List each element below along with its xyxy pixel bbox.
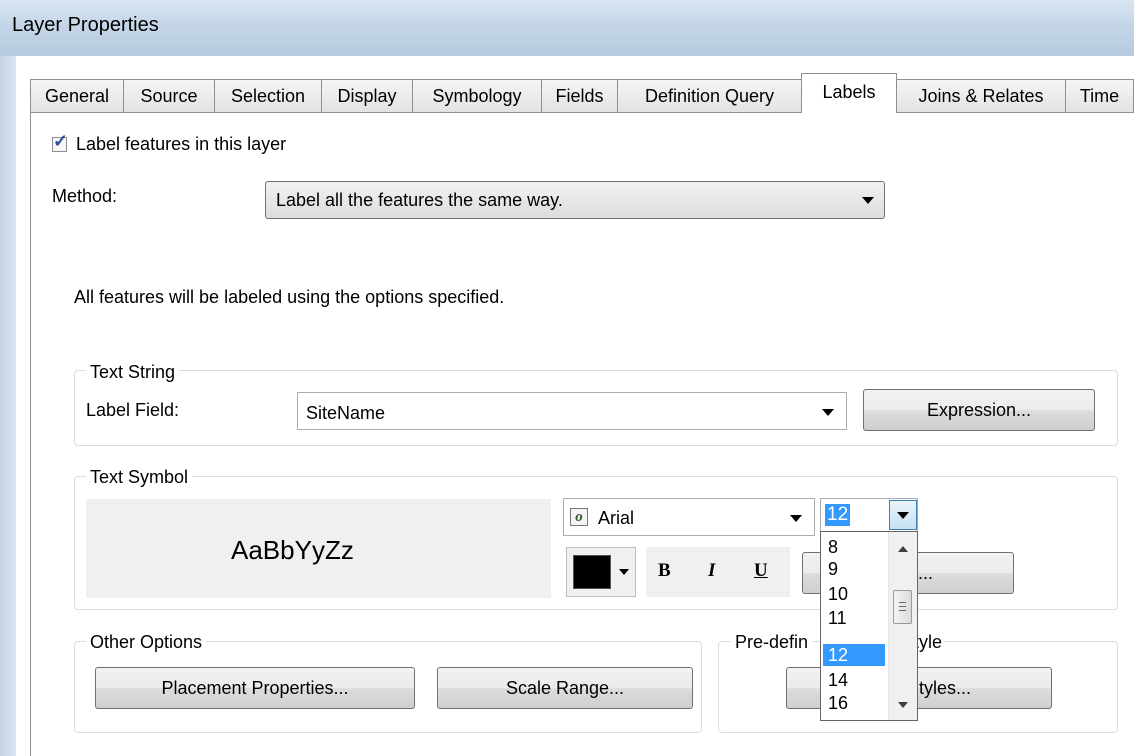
text-symbol-group-label: Text Symbol: [86, 467, 193, 488]
scale-range-button[interactable]: Scale Range...: [437, 667, 693, 709]
tab-labels[interactable]: Labels: [801, 73, 897, 113]
list-item[interactable]: 16: [823, 692, 885, 714]
font-size-value[interactable]: 12: [825, 504, 851, 526]
font-size-scrollbar[interactable]: [888, 532, 917, 720]
tab-joins-relates[interactable]: Joins & Relates: [896, 79, 1066, 112]
list-item[interactable]: 10: [823, 583, 885, 605]
chevron-down-icon: [822, 409, 834, 416]
label-features-label: Label features in this layer: [76, 134, 287, 154]
placement-properties-button[interactable]: Placement Properties...: [95, 667, 415, 709]
tab-fields[interactable]: Fields: [541, 79, 618, 112]
tab-time[interactable]: Time: [1065, 79, 1134, 112]
font-size-combo[interactable]: 12: [820, 498, 918, 532]
font-size-dropdown-button[interactable]: [889, 500, 917, 530]
list-item[interactable]: 11: [823, 607, 885, 629]
tab-display[interactable]: Display: [321, 79, 413, 112]
expression-button[interactable]: Expression...: [863, 389, 1095, 431]
checkmark-icon: ✓: [53, 131, 69, 151]
grip-line: [899, 602, 906, 603]
method-description: All features will be labeled using the o…: [74, 287, 505, 307]
label-field-dropdown[interactable]: SiteName: [297, 392, 847, 430]
label-field-label: Label Field:: [86, 400, 180, 420]
tab-selection[interactable]: Selection: [214, 79, 322, 112]
window-frame: [0, 56, 16, 756]
chevron-down-icon: [790, 515, 802, 522]
preview-text: AaBbYyZz: [231, 535, 354, 565]
tab-general[interactable]: General: [30, 79, 124, 112]
chevron-down-icon: [862, 197, 874, 204]
formatting-toolbar: B I U: [646, 547, 790, 597]
grip-line: [899, 606, 906, 607]
list-item-selected[interactable]: 12: [823, 644, 885, 666]
tab-symbology[interactable]: Symbology: [412, 79, 542, 112]
text-symbol-preview: AaBbYyZz: [86, 499, 551, 598]
tab-strip: General Source Selection Display Symbolo…: [30, 73, 1134, 113]
color-swatch: [573, 555, 611, 589]
other-options-group-label: Other Options: [86, 632, 207, 653]
panel-border: [30, 112, 31, 756]
opentype-font-icon: o: [570, 508, 588, 526]
font-dropdown[interactable]: o Arial: [563, 498, 815, 536]
scroll-up-icon[interactable]: [898, 546, 908, 552]
tab-divider: [30, 112, 1134, 113]
tab-definition-query[interactable]: Definition Query: [617, 79, 802, 112]
text-string-group-label: Text String: [86, 362, 180, 383]
bold-button[interactable]: B: [658, 560, 671, 582]
list-item[interactable]: 14: [823, 669, 885, 691]
grip-line: [899, 610, 906, 611]
chevron-down-icon: [619, 569, 629, 575]
method-label: Method:: [52, 186, 118, 206]
underline-button[interactable]: U: [754, 560, 768, 582]
window-title: Layer Properties: [12, 14, 159, 36]
title-bar: [0, 0, 1134, 56]
scroll-thumb[interactable]: [893, 590, 912, 624]
method-value: Label all the features the same way.: [276, 190, 563, 210]
chevron-down-icon: [897, 512, 909, 519]
font-name: Arial: [598, 508, 635, 528]
italic-button[interactable]: I: [708, 560, 715, 582]
list-item[interactable]: 9: [823, 558, 885, 580]
method-dropdown[interactable]: Label all the features the same way.: [265, 181, 885, 219]
font-size-list[interactable]: 8 9 10 11 12 14 16: [820, 531, 918, 721]
list-item[interactable]: 8: [823, 536, 885, 558]
scroll-down-icon[interactable]: [898, 702, 908, 708]
tab-source[interactable]: Source: [123, 79, 215, 112]
color-picker[interactable]: [566, 547, 636, 597]
predefined-style-group-label: Pre-defin: [731, 632, 813, 653]
label-field-value: SiteName: [306, 403, 386, 423]
